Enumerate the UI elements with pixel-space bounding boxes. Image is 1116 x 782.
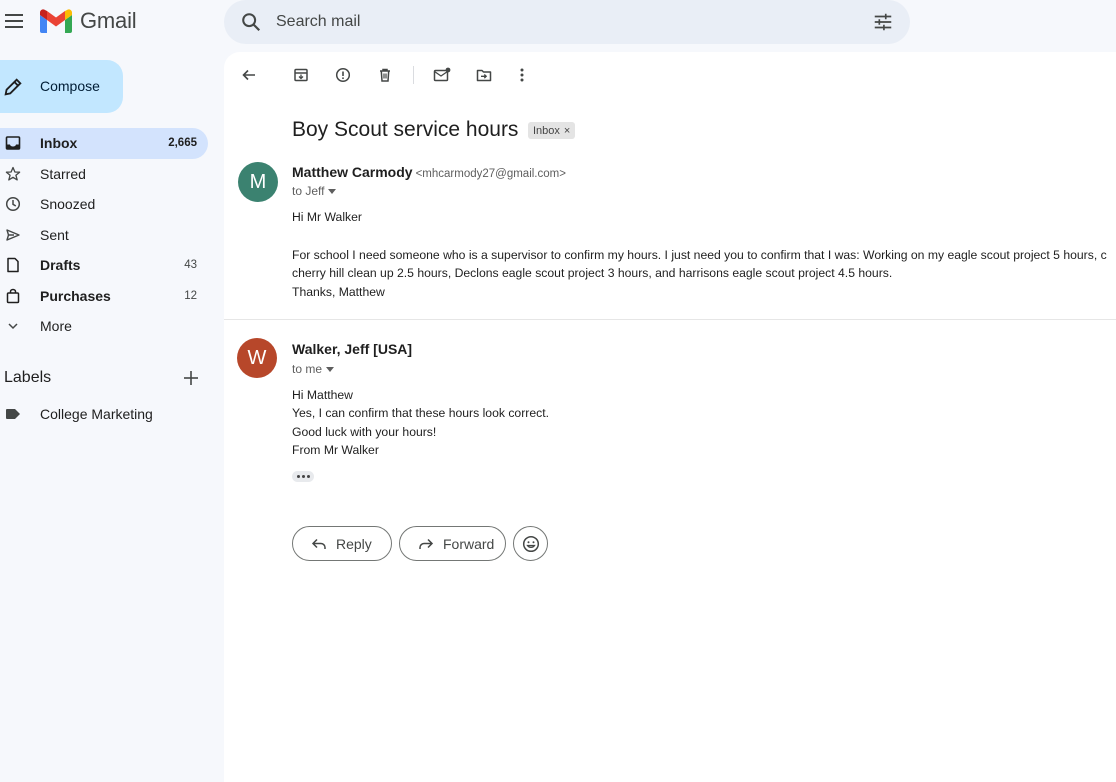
sidebar-nav: Inbox 2,665 Starred Snoozed Sent Drafts …: [0, 128, 208, 342]
sidebar-item-purchases[interactable]: Purchases 12: [0, 281, 208, 312]
message-body-line: Hi Mr Walker: [292, 210, 362, 224]
top-bar: Gmail: [0, 0, 1116, 44]
sidebar-item-label: More: [40, 318, 72, 335]
search-icon[interactable]: [240, 11, 262, 33]
add-reaction-button[interactable]: [513, 526, 548, 561]
more-options-button[interactable]: [512, 65, 532, 85]
sidebar-label-college-marketing[interactable]: College Marketing: [0, 400, 208, 428]
back-button[interactable]: [239, 65, 259, 85]
avatar[interactable]: W: [237, 338, 277, 378]
avatar[interactable]: M: [238, 162, 278, 202]
compose-label: Compose: [40, 78, 100, 94]
sidebar-item-label: Inbox: [40, 135, 78, 152]
sidebar-item-drafts[interactable]: Drafts 43: [0, 250, 208, 281]
sidebar-item-inbox[interactable]: Inbox 2,665: [0, 128, 208, 159]
star-icon: [5, 166, 21, 181]
remove-label-icon[interactable]: ×: [564, 125, 570, 137]
move-folder-icon: [476, 69, 492, 82]
sidebar-item-label: Sent: [40, 226, 69, 243]
reply-icon: [311, 538, 326, 549]
archive-button[interactable]: [291, 65, 311, 85]
label-name: College Marketing: [40, 406, 153, 422]
purchases-count: 12: [184, 289, 197, 302]
chip-label: Inbox: [533, 124, 560, 137]
caret-down-icon: [326, 366, 335, 372]
send-icon: [6, 228, 20, 241]
reply-label: Reply: [336, 535, 372, 552]
recipient-text: to me: [292, 362, 323, 376]
search-options-icon[interactable]: [872, 11, 894, 33]
inbox-label-chip: Inbox ×: [528, 122, 576, 139]
message-body-line: Hi Matthew: [292, 388, 353, 402]
unread-count: 2,665: [168, 137, 197, 150]
report-spam-icon: [335, 67, 351, 83]
report-spam-button[interactable]: [333, 65, 353, 85]
sidebar-item-label: Purchases: [40, 287, 111, 304]
search-input[interactable]: [276, 0, 836, 44]
sidebar-item-more[interactable]: More: [0, 311, 208, 342]
caret-down-icon: [328, 188, 337, 194]
sidebar-item-starred[interactable]: Starred: [0, 159, 208, 190]
inbox-icon: [5, 136, 21, 150]
draft-icon: [7, 257, 19, 273]
emoji-icon: [522, 535, 539, 552]
toolbar-divider: [413, 66, 414, 84]
message-body-line: cherry hill clean up 2.5 hours, Declons …: [292, 266, 893, 280]
delete-button[interactable]: [375, 65, 395, 85]
more-vert-icon: [520, 68, 524, 82]
forward-button[interactable]: Forward: [399, 526, 506, 561]
message-body-line: Yes, I can confirm that these hours look…: [292, 406, 549, 420]
sender-name[interactable]: Matthew Carmody <mhcarmody27@gmail.com>: [292, 164, 566, 180]
sidebar-item-sent[interactable]: Sent: [0, 220, 208, 251]
recipient-text: to Jeff: [292, 184, 325, 198]
forward-icon: [419, 538, 434, 549]
pencil-icon: [4, 78, 22, 96]
recipient-details[interactable]: to Jeff: [292, 184, 337, 198]
main-menu-button[interactable]: [3, 10, 25, 32]
show-trimmed-content-button[interactable]: [292, 471, 314, 482]
message-divider: [224, 319, 1116, 320]
drafts-count: 43: [184, 259, 197, 272]
recipient-details[interactable]: to me: [292, 362, 335, 376]
sidebar-item-label: Snoozed: [40, 196, 96, 213]
sender-name-text: Walker, Jeff [USA]: [292, 341, 413, 357]
label-icon: [6, 409, 20, 419]
bag-icon: [6, 288, 20, 303]
trash-icon: [380, 68, 390, 82]
app-name: Gmail: [80, 8, 137, 33]
gmail-m-icon: [40, 9, 72, 33]
move-to-button[interactable]: [474, 65, 494, 85]
hamburger-icon: [5, 14, 23, 28]
chevron-down-icon: [8, 323, 18, 330]
gmail-logo[interactable]: Gmail: [40, 8, 137, 34]
compose-button[interactable]: Compose: [0, 60, 123, 113]
forward-label: Forward: [443, 535, 495, 552]
sidebar-item-snoozed[interactable]: Snoozed: [0, 189, 208, 220]
message-body-line: Thanks, Matthew: [292, 285, 385, 299]
archive-icon: [294, 68, 308, 82]
sidebar-item-label: Drafts: [40, 257, 81, 274]
mark-unread-icon: [433, 67, 451, 82]
email-subject: Boy Scout service hours: [292, 118, 519, 141]
sender-name-text: Matthew Carmody: [292, 164, 413, 180]
search-bar: [224, 0, 910, 44]
reading-pane: Boy Scout service hours Inbox × M Matthe…: [224, 52, 1116, 782]
clock-icon: [5, 196, 21, 212]
message-body-line: For school I need someone who is a super…: [292, 248, 1107, 262]
sender-name[interactable]: Walker, Jeff [USA]: [292, 341, 412, 357]
labels-heading: Labels: [4, 369, 52, 386]
message-body-line: Good luck with your hours!: [292, 425, 437, 439]
arrow-back-icon: [242, 69, 255, 81]
mark-unread-button[interactable]: [432, 65, 452, 85]
reply-button[interactable]: Reply: [292, 526, 392, 561]
sender-email: <mhcarmody27@gmail.com>: [415, 168, 566, 180]
add-label-icon[interactable]: [182, 369, 200, 387]
sidebar-item-label: Starred: [40, 165, 86, 182]
message-body-line: From Mr Walker: [292, 443, 379, 457]
